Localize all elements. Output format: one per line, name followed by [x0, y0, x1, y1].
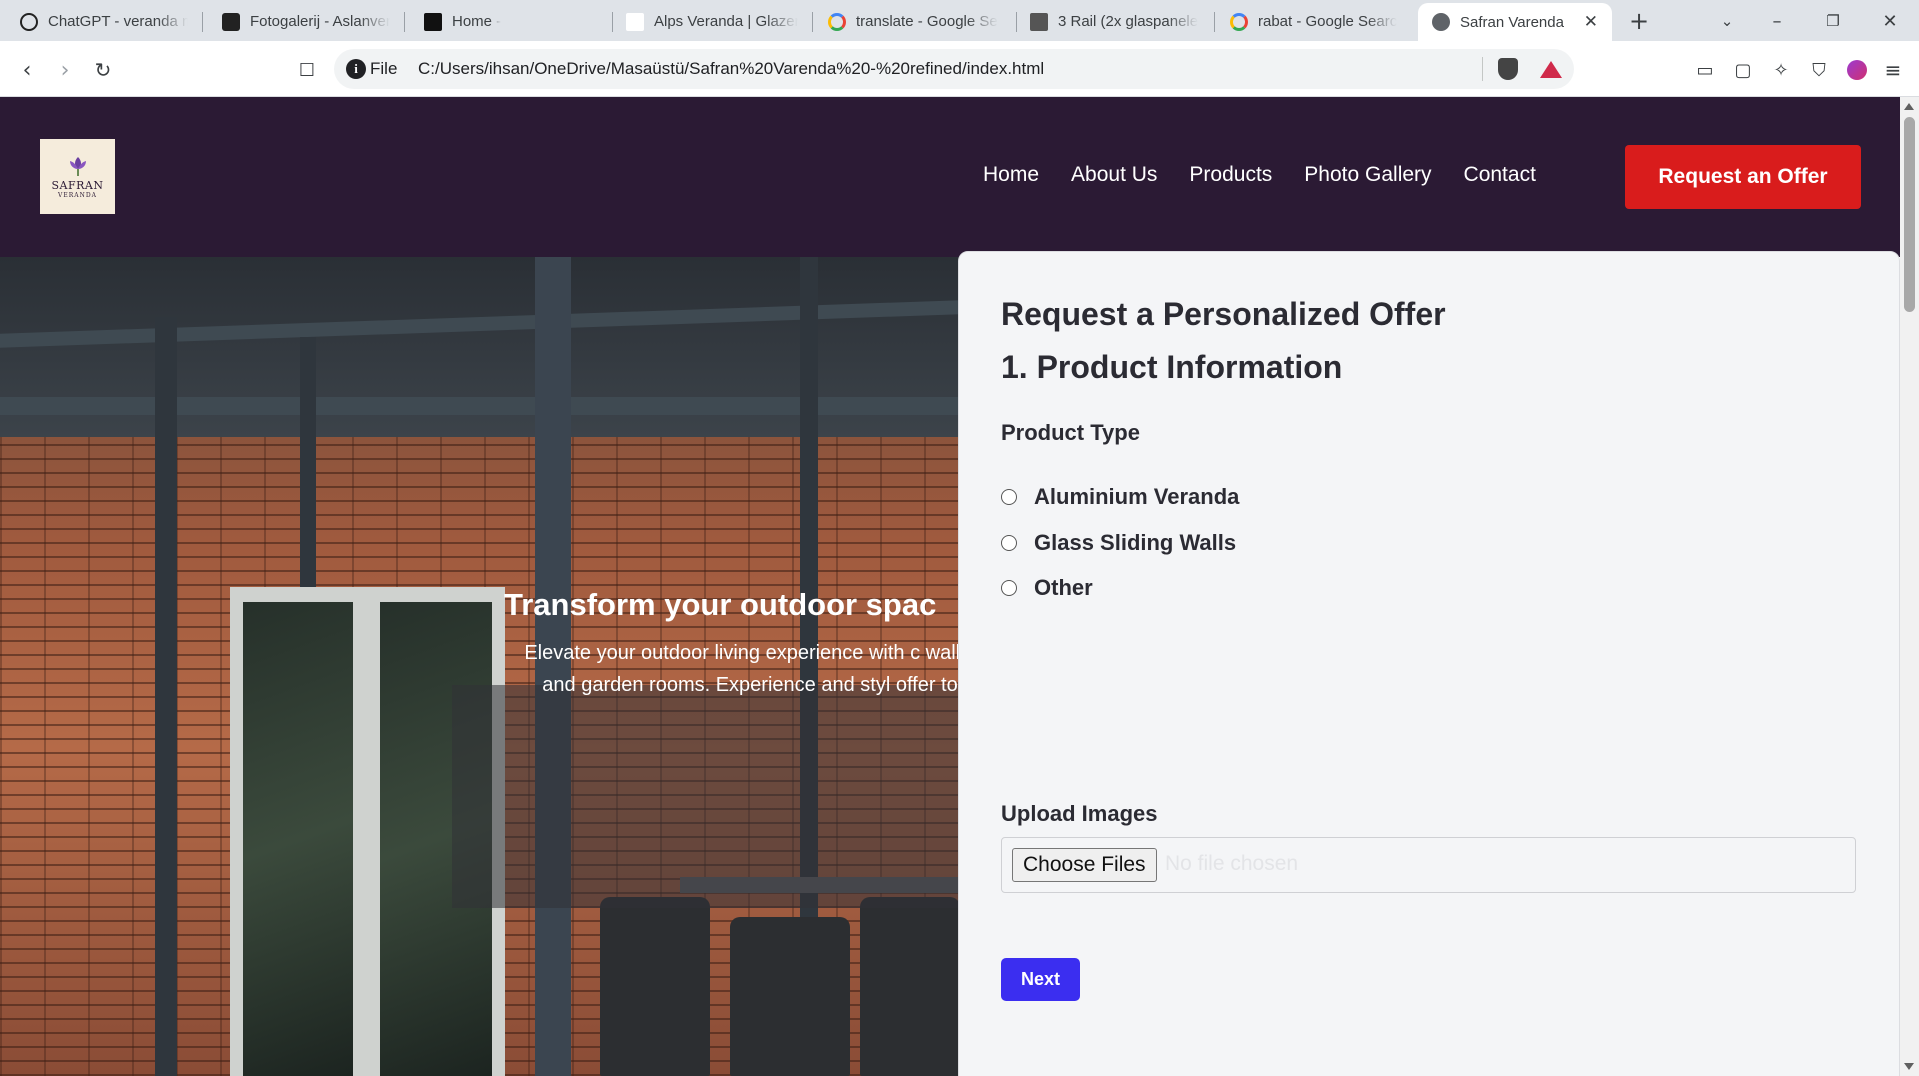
- alps-favicon: [626, 12, 644, 31]
- minimize-icon[interactable]: –: [1764, 8, 1790, 34]
- nav-contact[interactable]: Contact: [1464, 163, 1536, 187]
- radio-label: Glass Sliding Walls: [1034, 530, 1237, 555]
- tab-search-chevron-icon[interactable]: ⌄: [1714, 8, 1740, 34]
- main-nav: Home About Us Products Photo Gallery Con…: [983, 163, 1536, 187]
- next-button[interactable]: Next: [1001, 958, 1080, 1001]
- address-bar[interactable]: i File C:/Users/ihsan/OneDrive/Masaüstü/…: [334, 49, 1574, 89]
- page-scrollbar[interactable]: [1900, 97, 1919, 1076]
- logo-text: SAFRAN: [51, 178, 104, 192]
- nav-home[interactable]: Home: [983, 163, 1039, 187]
- radio-button[interactable]: [1001, 580, 1017, 596]
- restore-icon[interactable]: ❐: [1820, 8, 1846, 34]
- profile-avatar[interactable]: [1842, 55, 1872, 85]
- site-favicon: [424, 12, 442, 31]
- close-window-icon[interactable]: ✕: [1877, 8, 1903, 34]
- choose-files-button[interactable]: Choose Files: [1012, 848, 1157, 882]
- radio-option-aluminium-veranda[interactable]: Aluminium Veranda: [1001, 484, 1239, 510]
- scroll-down-arrow-icon[interactable]: [1904, 1063, 1914, 1070]
- site-favicon: [222, 12, 240, 31]
- form-step-title: 1. Product Information: [1001, 349, 1343, 385]
- nav-photo-gallery[interactable]: Photo Gallery: [1304, 163, 1431, 187]
- hero-text: Elevate your outdoor living experience w…: [524, 642, 976, 696]
- radio-label: Aluminium Veranda: [1034, 484, 1240, 509]
- browser-tab[interactable]: ChatGPT - veranda m: [6, 4, 202, 39]
- tab-title: ChatGPT - veranda m: [48, 13, 188, 30]
- globe-icon: [1432, 13, 1450, 31]
- upload-images-label: Upload Images: [1001, 801, 1158, 826]
- scroll-up-arrow-icon[interactable]: [1904, 103, 1914, 110]
- tab-title: Home -: [452, 13, 502, 30]
- vpn-icon[interactable]: ⛉: [1804, 55, 1834, 85]
- tab-title: Alps Veranda | Glazer: [654, 13, 798, 30]
- browser-toolbar: ‹ › ↻ ☐ i File C:/Users/ihsan/OneDrive/M…: [0, 41, 1919, 97]
- google-icon: [828, 12, 846, 31]
- hero-title: Transform your outdoor spac: [504, 587, 937, 622]
- info-icon[interactable]: i: [346, 59, 366, 79]
- forward-icon[interactable]: ›: [50, 55, 80, 85]
- tab-title: rabat - Google Searc: [1258, 13, 1398, 30]
- file-status-text: No file chosen: [1165, 852, 1299, 875]
- offer-form-card: Request a Personalized Offer 1. Product …: [958, 251, 1900, 1076]
- radio-label: Other: [1034, 575, 1093, 600]
- site-header: SAFRAN VERANDA Home About Us Products Ph…: [0, 97, 1900, 257]
- brave-rewards-icon[interactable]: [1540, 61, 1562, 78]
- radio-option-other[interactable]: Other: [1001, 575, 1093, 601]
- tab-title: translate - Google Se: [856, 13, 998, 30]
- nav-products[interactable]: Products: [1189, 163, 1272, 187]
- nav-about-us[interactable]: About Us: [1071, 163, 1157, 187]
- browser-tab[interactable]: Fotogalerij - Aslanver: [208, 4, 404, 39]
- tab-title: Safran Varenda: [1460, 13, 1564, 31]
- browser-tab[interactable]: rabat - Google Searc: [1216, 4, 1412, 39]
- saffron-flower-icon: [69, 156, 86, 176]
- product-type-label: Product Type: [1001, 420, 1140, 445]
- radio-button[interactable]: [1001, 489, 1017, 505]
- browser-tab[interactable]: Home -: [410, 4, 606, 39]
- site-favicon: [1030, 12, 1048, 31]
- radio-button[interactable]: [1001, 535, 1017, 551]
- webpage: SAFRAN VERANDA Home About Us Products Ph…: [0, 97, 1900, 1076]
- browser-tab[interactable]: 3 Rail (2x glaspaneler: [1016, 4, 1212, 39]
- leo-ai-icon[interactable]: ✧: [1766, 55, 1796, 85]
- back-icon[interactable]: ‹: [12, 55, 42, 85]
- form-title: Request a Personalized Offer: [1001, 296, 1446, 332]
- browser-tab[interactable]: translate - Google Se: [814, 4, 1014, 39]
- scroll-thumb[interactable]: [1904, 117, 1915, 312]
- close-tab-icon[interactable]: ✕: [1584, 12, 1598, 32]
- reload-icon[interactable]: ↻: [88, 55, 118, 85]
- address-scheme-label: File: [370, 59, 398, 78]
- browser-tab-bar: ChatGPT - veranda m Fotogalerij - Aslanv…: [0, 0, 1919, 41]
- tab-title: Fotogalerij - Aslanver: [250, 13, 390, 30]
- address-url[interactable]: C:/Users/ihsan/OneDrive/Masaüstü/Safran%…: [418, 59, 1044, 79]
- logo-subtext: VERANDA: [58, 191, 97, 199]
- browser-tab-active[interactable]: Safran Varenda ✕: [1418, 3, 1612, 41]
- wallet-icon[interactable]: ▢: [1728, 55, 1758, 85]
- request-offer-button[interactable]: Request an Offer: [1625, 145, 1861, 209]
- new-tab-icon[interactable]: +: [1626, 7, 1652, 35]
- google-icon: [1230, 12, 1248, 31]
- menu-icon[interactable]: ≡: [1878, 55, 1908, 85]
- chatgpt-icon: [20, 12, 38, 31]
- logo[interactable]: SAFRAN VERANDA: [40, 139, 115, 214]
- file-upload-field[interactable]: Choose Files No file chosen: [1001, 837, 1856, 893]
- brave-shield-icon[interactable]: [1498, 58, 1518, 80]
- bookmark-icon[interactable]: ☐: [292, 55, 322, 85]
- browser-tab[interactable]: Alps Veranda | Glazer: [612, 4, 812, 39]
- sidebar-icon[interactable]: ▭: [1690, 55, 1720, 85]
- tab-title: 3 Rail (2x glaspaneler: [1058, 13, 1198, 30]
- radio-option-glass-sliding-walls[interactable]: Glass Sliding Walls: [1001, 530, 1236, 556]
